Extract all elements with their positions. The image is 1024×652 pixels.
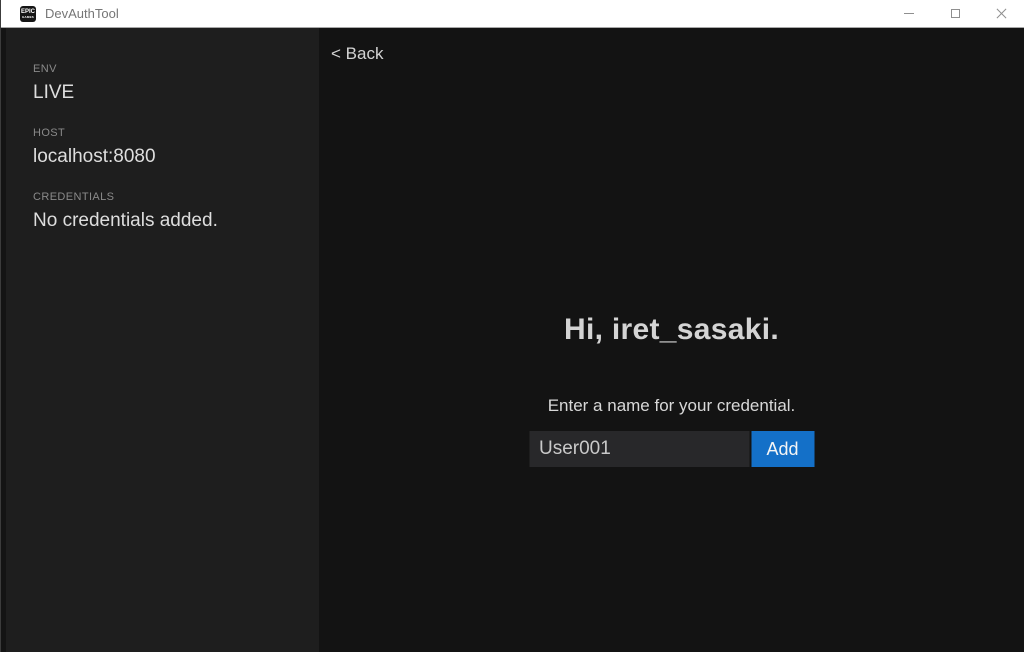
add-button[interactable]: Add — [751, 431, 814, 467]
env-value: LIVE — [33, 81, 299, 105]
greeting-heading: Hi, iret_sasaki. — [529, 315, 814, 345]
close-icon — [996, 8, 1007, 19]
titlebar: EPIC GAMES DevAuthTool — [1, 0, 1024, 28]
minimize-button[interactable] — [886, 0, 932, 27]
credential-form: Hi, iret_sasaki. Enter a name for your c… — [529, 315, 814, 467]
env-label: ENV — [33, 62, 299, 76]
credential-prompt: Enter a name for your credential. — [529, 395, 814, 416]
epic-games-logo: EPIC GAMES — [20, 6, 36, 22]
content-area: ENV LIVE HOST localhost:8080 CREDENTIALS… — [1, 28, 1024, 652]
env-group: ENV LIVE — [33, 62, 299, 105]
maximize-icon — [951, 9, 960, 18]
maximize-button[interactable] — [932, 0, 978, 27]
host-label: HOST — [33, 126, 299, 140]
main-panel: < Back Hi, iret_sasaki. Enter a name for… — [319, 28, 1024, 652]
host-group: HOST localhost:8080 — [33, 126, 299, 169]
back-link[interactable]: < Back — [331, 44, 383, 64]
credentials-group: CREDENTIALS No credentials added. — [33, 190, 299, 233]
credentials-empty-text: No credentials added. — [33, 209, 299, 233]
window-title: DevAuthTool — [45, 6, 119, 21]
credentials-label: CREDENTIALS — [33, 190, 299, 204]
credential-input-row: Add — [529, 431, 814, 467]
host-value: localhost:8080 — [33, 145, 299, 169]
sidebar: ENV LIVE HOST localhost:8080 CREDENTIALS… — [1, 28, 319, 652]
credential-name-input[interactable] — [529, 431, 749, 467]
logo-text-games: GAMES — [22, 15, 34, 19]
minimize-icon — [904, 13, 914, 14]
close-button[interactable] — [978, 0, 1024, 27]
devauthtool-window: EPIC GAMES DevAuthTool ENV LIVE HOST loc… — [0, 0, 1024, 652]
